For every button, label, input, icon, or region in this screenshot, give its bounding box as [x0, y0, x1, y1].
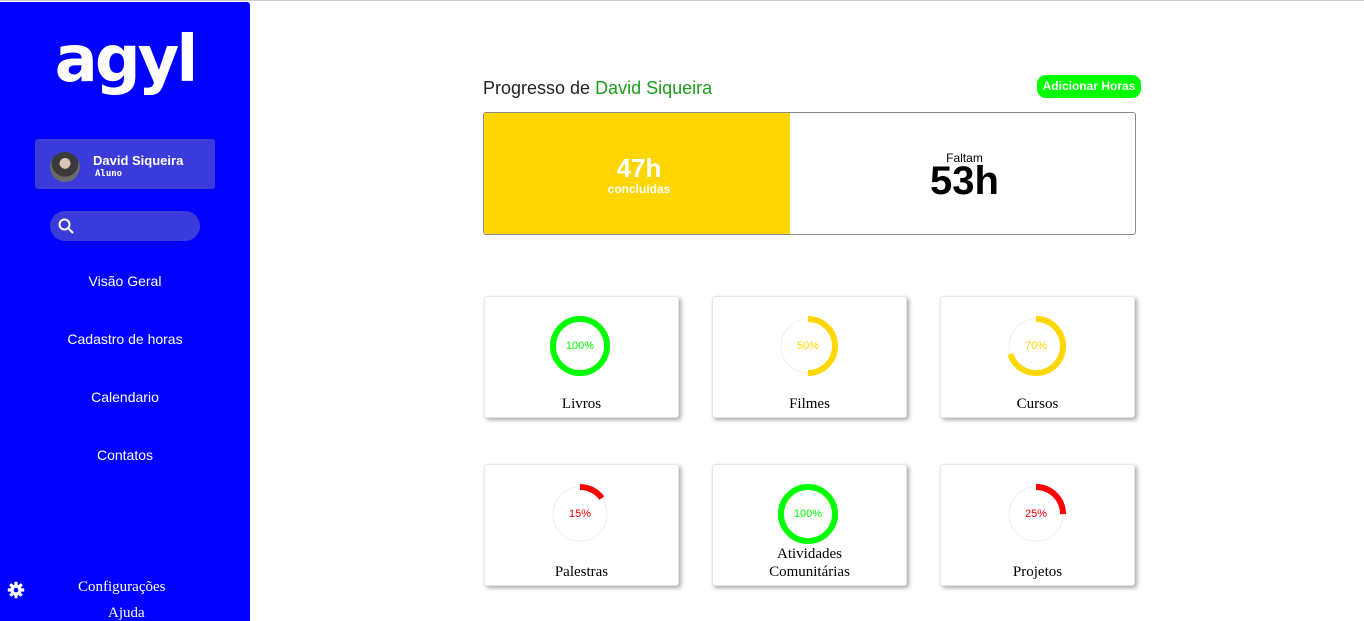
- avatar: [50, 152, 80, 182]
- progress-ring: 100%: [548, 314, 612, 378]
- ring-percent: 25%: [1024, 508, 1048, 520]
- category-label: Palestras: [554, 564, 609, 580]
- user-card[interactable]: David Siqueira Aluno: [35, 139, 215, 189]
- remaining-hours: 53h: [930, 159, 999, 203]
- user-name: David Siqueira: [93, 153, 184, 168]
- progress-bar: 47h concluídas Faltam 53h: [483, 112, 1136, 235]
- completed-hours: 47h: [616, 153, 662, 183]
- progress-ring: 50%: [776, 314, 840, 378]
- nav-item-calendario[interactable]: Calendario: [0, 389, 250, 405]
- sidebar: agyl David Siqueira Aluno Visão Geral Ca…: [0, 2, 250, 621]
- ring-percent: 15%: [568, 508, 592, 520]
- nav-item-visao-geral[interactable]: Visão Geral: [0, 273, 250, 289]
- user-role: Aluno: [95, 169, 123, 179]
- gear-icon[interactable]: [7, 581, 25, 599]
- progress-ring: 70%: [1004, 314, 1068, 378]
- settings-link[interactable]: Configurações: [78, 579, 165, 596]
- progress-ring: 25%: [1004, 482, 1068, 546]
- progress-ring: 100%: [776, 482, 840, 546]
- category-card[interactable]: 100% Livros: [484, 296, 679, 418]
- ring-percent: 100%: [793, 508, 823, 520]
- category-label: Projetos: [1012, 564, 1063, 580]
- ring-percent: 70%: [1024, 340, 1048, 352]
- category-label: Filmes: [789, 396, 830, 412]
- page-title-user: David Siqueira: [595, 78, 713, 98]
- category-label: Livros: [561, 396, 602, 412]
- category-label: Atividades Comunitárias: [769, 546, 850, 580]
- progress-ring: 15%: [548, 482, 612, 546]
- completed-label: concluídas: [607, 182, 671, 196]
- category-card[interactable]: 15% Palestras: [484, 464, 679, 586]
- search-icon: [58, 218, 74, 234]
- search-input[interactable]: [50, 211, 200, 241]
- category-card[interactable]: 70% Cursos: [940, 296, 1135, 418]
- category-card[interactable]: 50% Filmes: [712, 296, 907, 418]
- help-link[interactable]: Ajuda: [108, 605, 145, 621]
- page-title: Progresso de David Siqueira: [483, 78, 712, 99]
- add-hours-button[interactable]: Adicionar Horas: [1037, 75, 1141, 98]
- category-card[interactable]: 25% Projetos: [940, 464, 1135, 586]
- category-card[interactable]: 100% Atividades Comunitárias: [712, 464, 907, 586]
- page-title-prefix: Progresso de: [483, 78, 596, 98]
- ring-percent: 100%: [565, 340, 595, 352]
- top-border: [0, 0, 1364, 1]
- ring-percent: 50%: [796, 340, 820, 352]
- logo: agyl: [54, 23, 199, 97]
- category-label: Cursos: [1016, 396, 1059, 412]
- nav-item-cadastro-de-horas[interactable]: Cadastro de horas: [0, 331, 250, 347]
- nav-item-contatos[interactable]: Contatos: [0, 447, 250, 463]
